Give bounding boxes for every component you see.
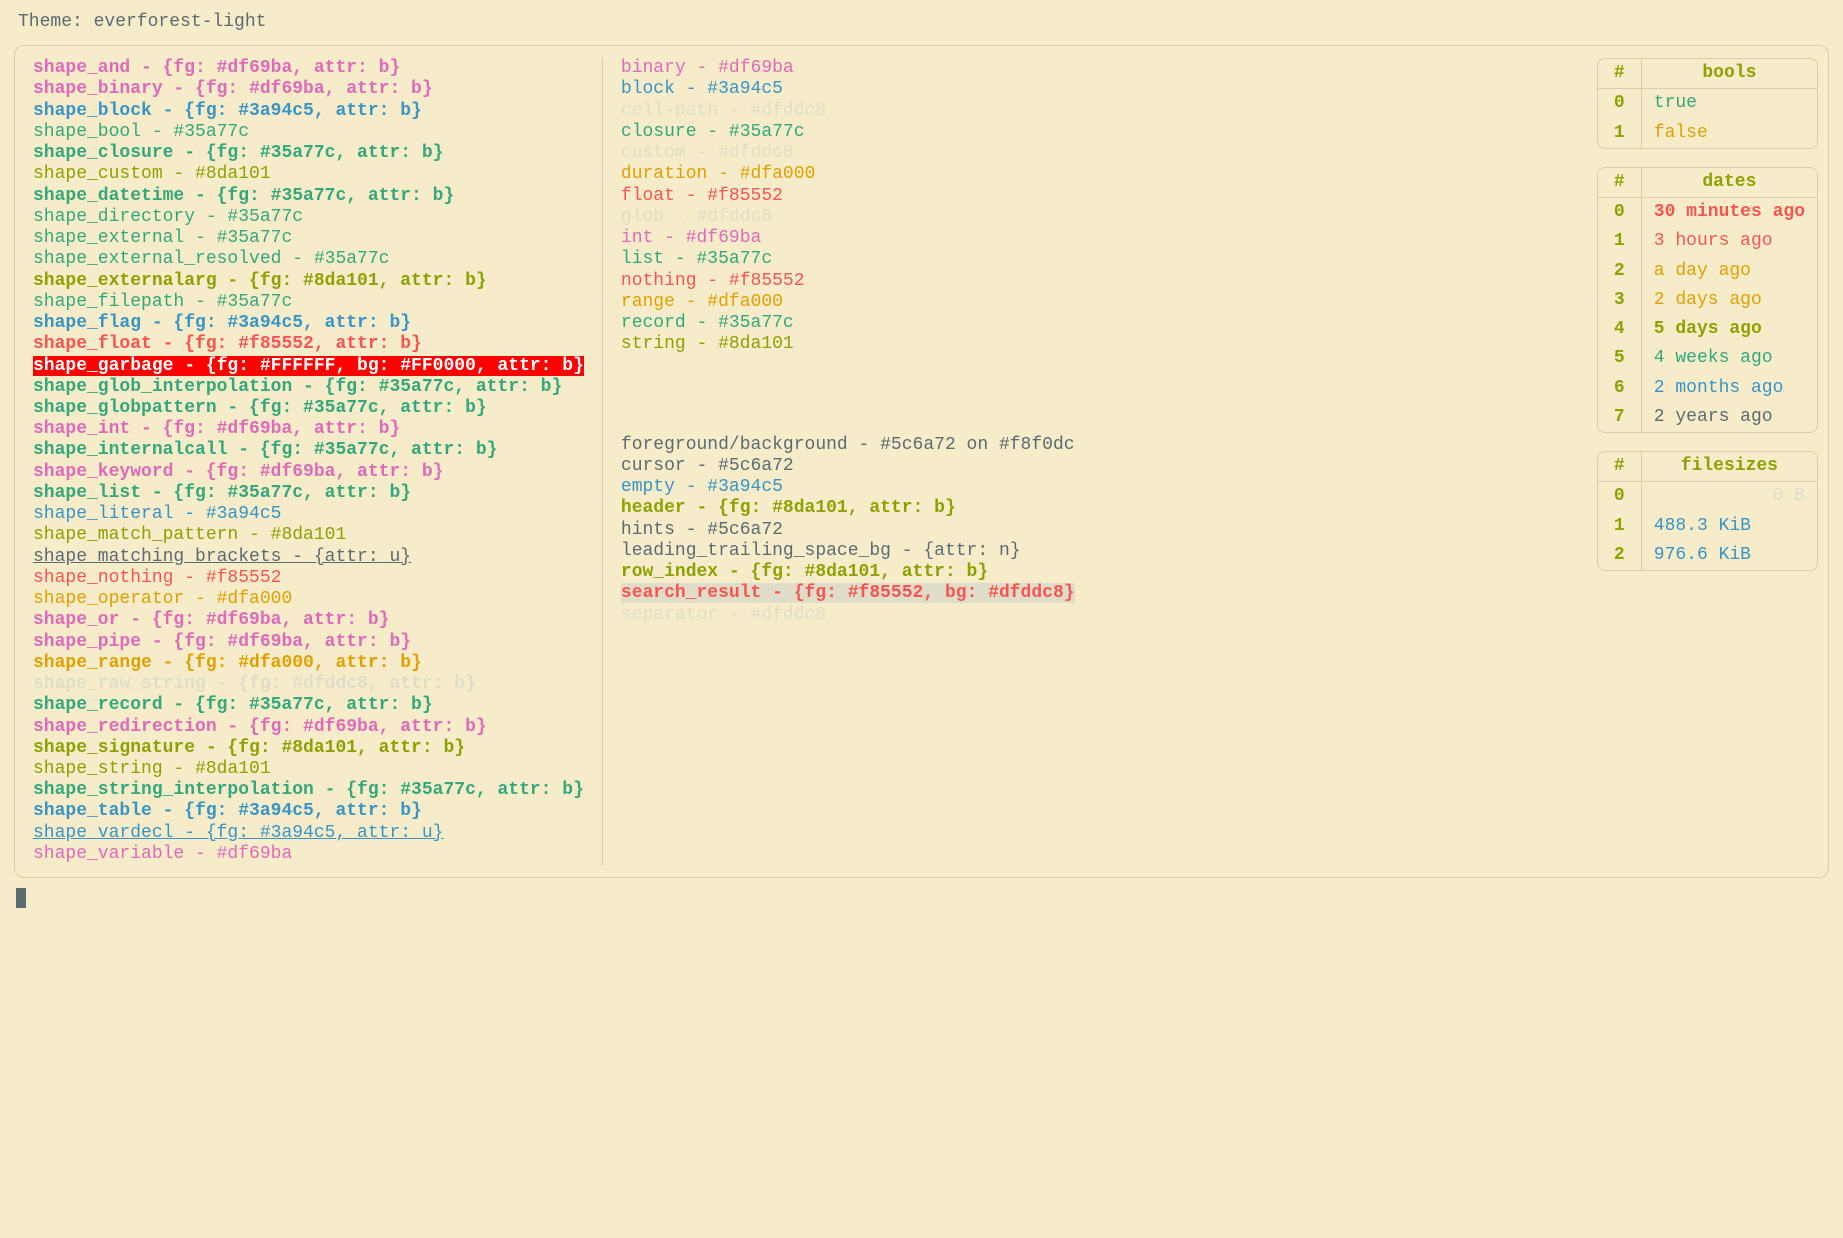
table-row: 32 days ago — [1598, 286, 1817, 315]
table-row: 1488.3 KiB — [1598, 512, 1817, 541]
entry-shape_literal: shape_literal - #3a94c5 — [33, 504, 584, 525]
entry-shape_string: shape_string - #8da101 — [33, 759, 584, 780]
entry-cell-path: cell-path - #dfddc8 — [621, 101, 1555, 122]
entry-shape_record: shape_record - {fg: #35a77c, attr: b} — [33, 695, 584, 716]
entry-shape_binary: shape_binary - {fg: #df69ba, attr: b} — [33, 79, 584, 100]
entry-shape_keyword: shape_keyword - {fg: #df69ba, attr: b} — [33, 462, 584, 483]
entry-int: int - #df69ba — [621, 228, 1555, 249]
entry-nothing: nothing - #f85552 — [621, 271, 1555, 292]
col-header: dates — [1642, 168, 1817, 197]
preview-frame: shape_and - {fg: #df69ba, attr: b}shape_… — [14, 45, 1829, 878]
entry-block: block - #3a94c5 — [621, 79, 1555, 100]
table-row: 72 years ago — [1598, 403, 1817, 432]
entry-shape_external_resolved: shape_external_resolved - #35a77c — [33, 249, 584, 270]
entry-leading_trailing_space_bg: leading_trailing_space_bg - {attr: n} — [621, 541, 1555, 562]
entry-empty: empty - #3a94c5 — [621, 477, 1555, 498]
col-index: # — [1598, 168, 1642, 197]
entry-shape_signature: shape_signature - {fg: #8da101, attr: b} — [33, 738, 584, 759]
entry-row_index: row_index - {fg: #8da101, attr: b} — [621, 562, 1555, 583]
table-row: 1false — [1598, 119, 1817, 148]
entry-cursor: cursor - #5c6a72 — [621, 456, 1555, 477]
entry-shape_closure: shape_closure - {fg: #35a77c, attr: b} — [33, 143, 584, 164]
entry-shape_custom: shape_custom - #8da101 — [33, 164, 584, 185]
entry-shape_int: shape_int - {fg: #df69ba, attr: b} — [33, 419, 584, 440]
table-row: 00 B — [1598, 482, 1817, 511]
entry-shape_block: shape_block - {fg: #3a94c5, attr: b} — [33, 101, 584, 122]
entry-range: range - #dfa000 — [621, 292, 1555, 313]
col-index: # — [1598, 59, 1642, 88]
entry-shape_and: shape_and - {fg: #df69ba, attr: b} — [33, 58, 584, 79]
entry-shape_string_interpolation: shape_string_interpolation - {fg: #35a77… — [33, 780, 584, 801]
shapes-column: shape_and - {fg: #df69ba, attr: b}shape_… — [29, 58, 603, 865]
table-row: 62 months ago — [1598, 374, 1817, 403]
col-header: bools — [1642, 59, 1817, 88]
entry-duration: duration - #dfa000 — [621, 164, 1555, 185]
entry-string: string - #8da101 — [621, 334, 1555, 355]
entry-shape_datetime: shape_datetime - {fg: #35a77c, attr: b} — [33, 186, 584, 207]
entry-separator: separator - #dfddc8 — [621, 605, 1555, 626]
table-row: 54 weeks ago — [1598, 344, 1817, 373]
entry-shape_redirection: shape_redirection - {fg: #df69ba, attr: … — [33, 717, 584, 738]
table-row: 0true — [1598, 89, 1817, 118]
entry-shape_range: shape_range - {fg: #dfa000, attr: b} — [33, 653, 584, 674]
theme-title: Theme: everforest-light — [18, 12, 1829, 33]
entry-record: record - #35a77c — [621, 313, 1555, 334]
entry-shape_external: shape_external - #35a77c — [33, 228, 584, 249]
entry-shape_garbage: shape_garbage - {fg: #FFFFFF, bg: #FF000… — [33, 356, 584, 377]
entry-shape_nothing: shape_nothing - #f85552 — [33, 568, 584, 589]
entry-shape_raw_string: shape_raw_string - {fg: #dfddc8, attr: b… — [33, 674, 584, 695]
entry-shape_directory: shape_directory - #35a77c — [33, 207, 584, 228]
entry-shape_internalcall: shape_internalcall - {fg: #35a77c, attr:… — [33, 440, 584, 461]
entry-shape_variable: shape_variable - #df69ba — [33, 844, 584, 865]
table-filesizes: #filesizes00 B1488.3 KiB2976.6 KiB — [1597, 451, 1818, 571]
entry-binary: binary - #df69ba — [621, 58, 1555, 79]
table-row: 030 minutes ago — [1598, 198, 1817, 227]
entry-shape_glob_interpolation: shape_glob_interpolation - {fg: #35a77c,… — [33, 377, 584, 398]
table-row: 2a day ago — [1598, 257, 1817, 286]
col-index: # — [1598, 452, 1642, 481]
entry-shape_pipe: shape_pipe - {fg: #df69ba, attr: b} — [33, 632, 584, 653]
table-row: 45 days ago — [1598, 315, 1817, 344]
table-dates: #dates030 minutes ago13 hours ago2a day … — [1597, 167, 1818, 433]
terminal-cursor — [16, 888, 26, 908]
entry-shape_flag: shape_flag - {fg: #3a94c5, attr: b} — [33, 313, 584, 334]
entry-float: float - #f85552 — [621, 186, 1555, 207]
table-bools: #bools0true1false — [1597, 58, 1818, 149]
entry-custom: custom - #dfddc8 — [621, 143, 1555, 164]
tables-column: #bools0true1false#dates030 minutes ago13… — [1573, 58, 1818, 571]
entry-shape_vardecl: shape_vardecl - {fg: #3a94c5, attr: u} — [33, 823, 584, 844]
table-row: 13 hours ago — [1598, 227, 1817, 256]
entry-shape_filepath: shape_filepath - #35a77c — [33, 292, 584, 313]
entry-shape_globpattern: shape_globpattern - {fg: #35a77c, attr: … — [33, 398, 584, 419]
entry-shape_externalarg: shape_externalarg - {fg: #8da101, attr: … — [33, 271, 584, 292]
col-header: filesizes — [1642, 452, 1817, 481]
entry-shape_matching_brackets: shape_matching_brackets - {attr: u} — [33, 547, 584, 568]
types-column: binary - #df69bablock - #3a94c5cell-path… — [603, 58, 1573, 626]
entry-shape_list: shape_list - {fg: #35a77c, attr: b} — [33, 483, 584, 504]
entry-glob: glob - #dfddc8 — [621, 207, 1555, 228]
entry-list: list - #35a77c — [621, 249, 1555, 270]
entry-shape_bool: shape_bool - #35a77c — [33, 122, 584, 143]
entry-foreground/background: foreground/background - #5c6a72 on #f8f0… — [621, 435, 1555, 456]
entry-header: header - {fg: #8da101, attr: b} — [621, 498, 1555, 519]
entry-shape_table: shape_table - {fg: #3a94c5, attr: b} — [33, 801, 584, 822]
table-row: 2976.6 KiB — [1598, 541, 1817, 570]
entry-search_result: search_result - {fg: #f85552, bg: #dfddc… — [621, 583, 1555, 604]
entry-shape_or: shape_or - {fg: #df69ba, attr: b} — [33, 610, 584, 631]
entry-shape_match_pattern: shape_match_pattern - #8da101 — [33, 525, 584, 546]
entry-shape_float: shape_float - {fg: #f85552, attr: b} — [33, 334, 584, 355]
entry-closure: closure - #35a77c — [621, 122, 1555, 143]
entry-hints: hints - #5c6a72 — [621, 520, 1555, 541]
entry-shape_operator: shape_operator - #dfa000 — [33, 589, 584, 610]
